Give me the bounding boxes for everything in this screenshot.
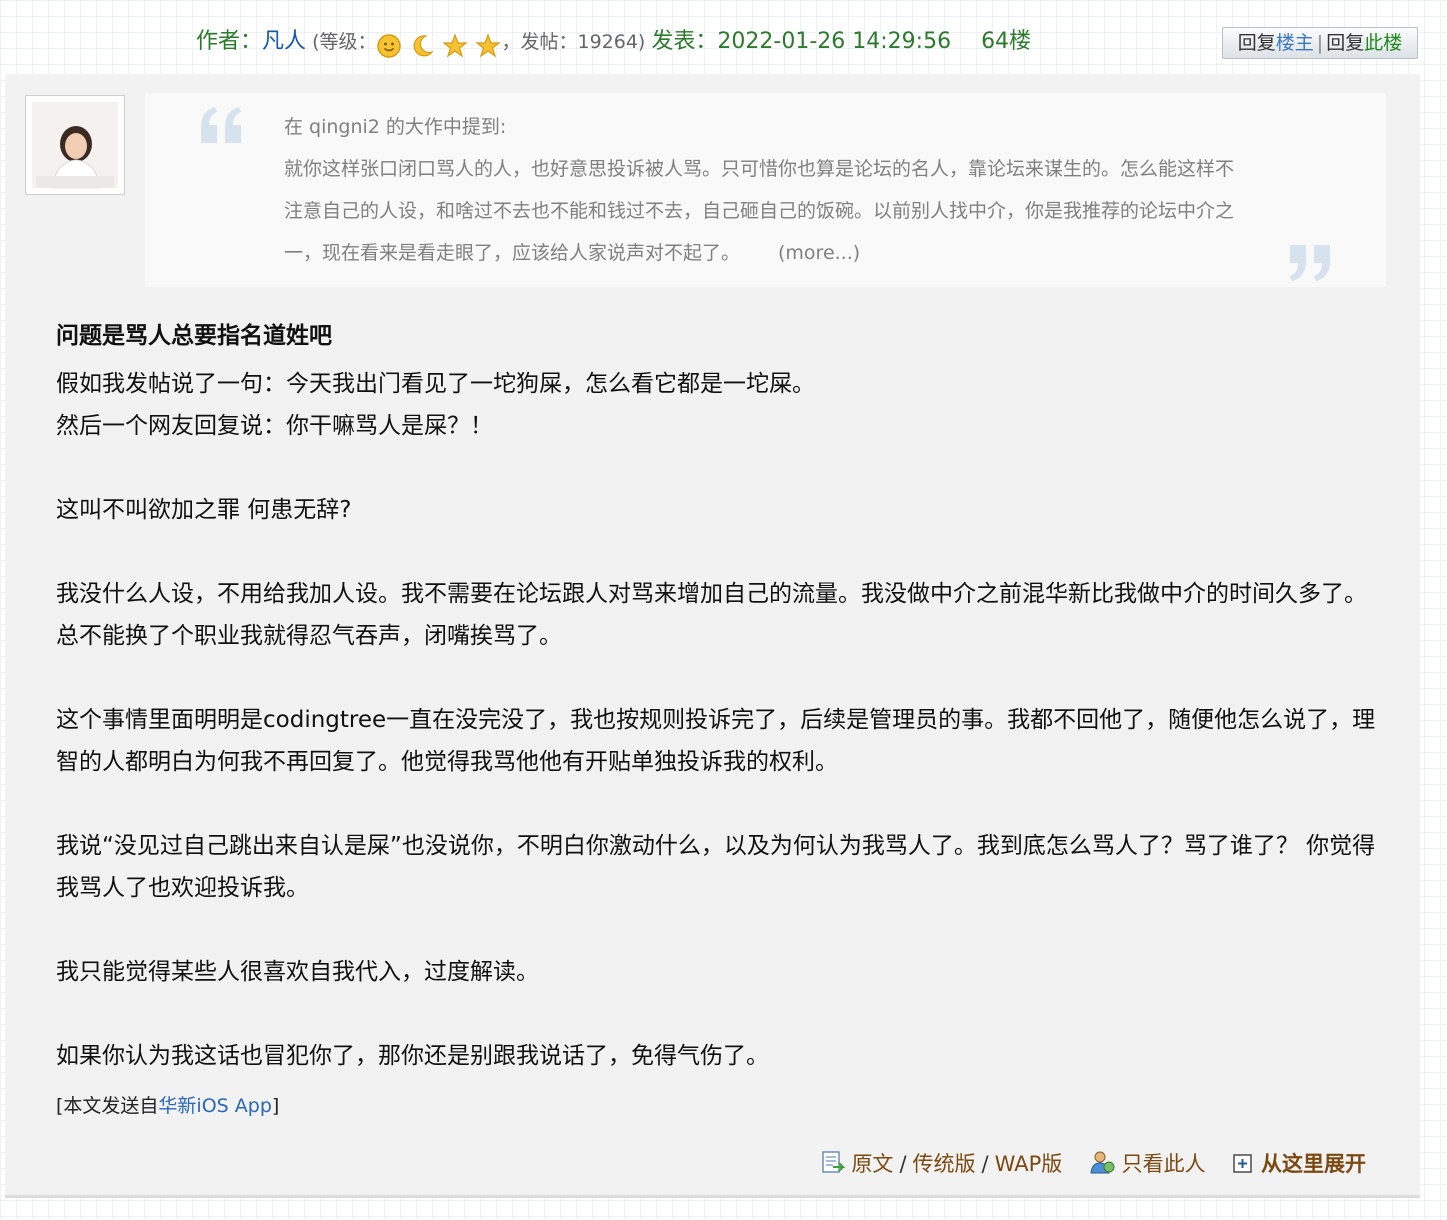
document-icon — [822, 1151, 846, 1173]
avatar[interactable] — [25, 95, 125, 195]
post-container: 在 qingni2 的大作中提到: 就你这样张口闭口骂人的人，也好意思投诉被人骂… — [5, 74, 1420, 1198]
quote-more-link[interactable]: (more...) — [778, 242, 860, 264]
post-footer-links: 原文 / 传统版 / WAP版 只看此人 从这里展开 — [819, 1148, 1366, 1178]
paragraph: 我只能觉得某些人很喜欢自我代入，过度解读。 — [56, 959, 539, 985]
sun-icon — [377, 34, 402, 58]
author-name-link[interactable]: 凡人 — [262, 29, 306, 54]
quote-block: 在 qingni2 的大作中提到: 就你这样张口闭口骂人的人，也好意思投诉被人骂… — [145, 93, 1386, 287]
paragraph: 我没什么人设，不用给我加人设。我不需要在论坛跟人对骂来增加自己的流量。我没做中介… — [56, 581, 1367, 649]
user-icon — [1090, 1151, 1115, 1174]
post-count: ，发帖：19264) — [501, 31, 652, 53]
reply-this-button[interactable]: 回复此楼 — [1326, 32, 1402, 54]
paragraph: 这个事情里面明明是codingtree一直在没完没了，我也按规则投诉完了，后续是… — [56, 707, 1376, 775]
paragraph: 如果你认为我这话也冒犯你了，那你还是别跟我说话了，免得气伤了。 — [56, 1043, 769, 1069]
paragraph: 然后一个网友回复说：你干嘛骂人是屎？！ — [56, 413, 493, 439]
paragraph: 这叫不叫欲加之罪 何患无辞? — [56, 497, 352, 523]
expand-from-here-link[interactable]: 从这里展开 — [1261, 1152, 1366, 1176]
expand-icon — [1233, 1154, 1253, 1173]
moon-icon — [414, 35, 435, 57]
reply-buttons: 回复楼主 | 回复此楼 — [1222, 27, 1418, 59]
floor-number: 64楼 — [981, 29, 1032, 54]
quote-intro: 在 qingni2 的大作中提到: — [284, 116, 507, 138]
quote-text: 在 qingni2 的大作中提到: 就你这样张口闭口骂人的人，也好意思投诉被人骂… — [284, 106, 1234, 274]
author-line: 作者：凡人 (等级： ，发帖：19264) 发表：2022-01-26 14:2… — [196, 27, 1031, 61]
quote-body: 就你这样张口闭口骂人的人，也好意思投诉被人骂。只可惜你也算是论坛的名人，靠论坛来… — [284, 158, 1235, 264]
star-icon — [442, 33, 469, 58]
only-this-user-link[interactable]: 只看此人 — [1122, 1152, 1206, 1176]
star-icon — [475, 33, 502, 58]
post-body: 问题是骂人总要指名道姓吧 假如我发帖说了一句：今天我出门看见了一坨狗屎，怎么看它… — [56, 315, 1376, 1077]
level-icons — [376, 31, 502, 61]
wap-link[interactable]: WAP版 — [995, 1152, 1063, 1176]
reply-separator: | — [1316, 32, 1324, 54]
level-label: (等级： — [306, 31, 377, 53]
original-link[interactable]: 原文 — [851, 1152, 893, 1176]
source-note: [本文发送自华新iOS App] — [56, 1095, 280, 1117]
avatar-image — [32, 102, 118, 189]
paragraph: 假如我发帖说了一句：今天我出门看见了一坨狗屎，怎么看它都是一坨屎。 — [56, 371, 815, 397]
post-title: 问题是骂人总要指名道姓吧 — [56, 323, 332, 349]
posted-label: 发表： — [651, 29, 718, 54]
author-label: 作者： — [196, 29, 263, 54]
app-link[interactable]: 华新iOS App — [158, 1095, 271, 1117]
paragraph: 我说“没见过自己跳出来自认是屎”也没说你，不明白你激动什么，以及为何认为我骂人了… — [56, 833, 1376, 901]
open-quote-icon — [201, 107, 241, 143]
posted-time: 2022-01-26 14:29:56 — [717, 29, 952, 54]
reply-op-button[interactable]: 回复楼主 — [1238, 32, 1314, 54]
classic-link[interactable]: 传统版 — [913, 1152, 976, 1176]
post-header: 作者：凡人 (等级： ，发帖：19264) 发表：2022-01-26 14:2… — [0, 0, 1447, 74]
close-quote-icon — [1290, 245, 1330, 281]
